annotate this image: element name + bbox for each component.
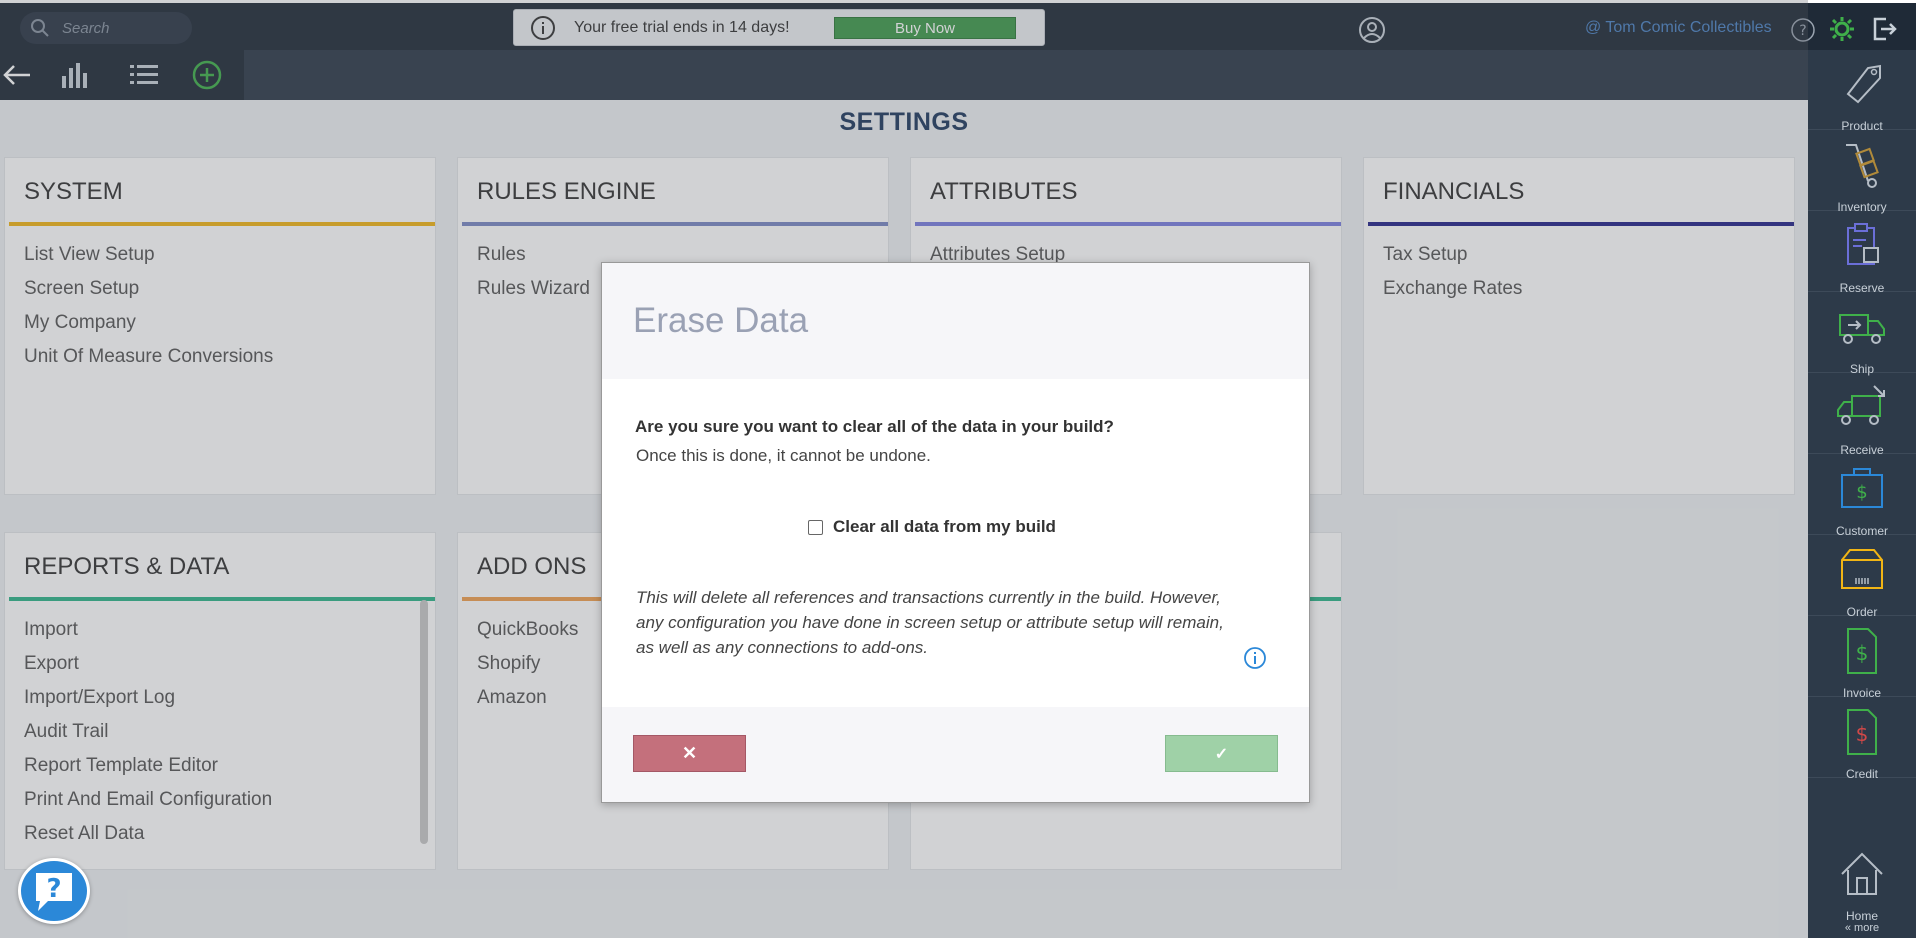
- invoice-icon: $: [1847, 628, 1877, 674]
- checkmark-icon: ✓: [1214, 745, 1229, 763]
- sidebar-item-ship[interactable]: Ship: [1808, 293, 1916, 376]
- hand-truck-icon: [1846, 144, 1879, 188]
- gear-icon[interactable]: [1828, 15, 1856, 43]
- truck-ship-icon: [1839, 314, 1885, 344]
- box-icon: [1841, 549, 1883, 589]
- sidebar-item-label: Home: [1845, 909, 1878, 923]
- clear-data-checkbox-row[interactable]: Clear all data from my build: [808, 517, 1056, 537]
- svg-text:$: $: [1856, 482, 1867, 503]
- cash-register-icon: $: [1841, 468, 1883, 508]
- sidebar-item-label: Credit: [1845, 767, 1878, 781]
- svg-text:?: ?: [46, 874, 61, 904]
- dialog-subtext: Once this is done, it cannot be undone.: [636, 446, 931, 465]
- info-icon[interactable]: [1243, 646, 1267, 670]
- sidebar-item-invoice[interactable]: $ Invoice: [1808, 617, 1916, 700]
- logout-icon[interactable]: [1870, 15, 1898, 43]
- erase-data-dialog: Erase Data Are you sure you want to clea…: [601, 262, 1310, 803]
- clear-data-checkbox[interactable]: [808, 519, 823, 535]
- svg-text:$: $: [1856, 722, 1869, 746]
- sidebar-item-customer[interactable]: $ Customer: [1808, 455, 1916, 538]
- chat-help-button[interactable]: ?: [18, 858, 90, 924]
- sidebar-item-order[interactable]: Order: [1808, 536, 1916, 619]
- svg-text:$: $: [1856, 641, 1869, 665]
- sidebar-item-inventory[interactable]: Inventory: [1808, 131, 1916, 214]
- cancel-button[interactable]: ✕: [633, 735, 746, 772]
- right-sidebar: Product Inventory Reserve Ship Receive $…: [1808, 50, 1916, 938]
- sidebar-item-product[interactable]: Product: [1808, 50, 1916, 133]
- dialog-title: Erase Data: [602, 263, 1309, 379]
- sidebar-item-reserve[interactable]: Reserve: [1808, 212, 1916, 295]
- chat-question-icon: ?: [36, 873, 72, 911]
- dialog-question: Are you sure you want to clear all of th…: [635, 417, 1114, 436]
- sidebar-item-credit[interactable]: $ Credit: [1808, 698, 1916, 781]
- sidebar-item-receive[interactable]: Receive: [1808, 374, 1916, 457]
- clipboard-icon: [1847, 223, 1879, 265]
- checkbox-label[interactable]: Clear all data from my build: [833, 517, 1056, 537]
- credit-icon: $: [1847, 709, 1877, 755]
- truck-receive-icon: [1837, 385, 1885, 425]
- confirm-button[interactable]: ✓: [1165, 735, 1278, 772]
- tag-icon: [1846, 64, 1881, 104]
- close-icon: ✕: [681, 743, 698, 763]
- dialog-note: This will delete all references and tran…: [636, 588, 1224, 657]
- home-icon: [1841, 852, 1883, 895]
- sidebar-item-home[interactable]: Home: [1808, 840, 1916, 923]
- more-link[interactable]: « more: [1808, 922, 1916, 934]
